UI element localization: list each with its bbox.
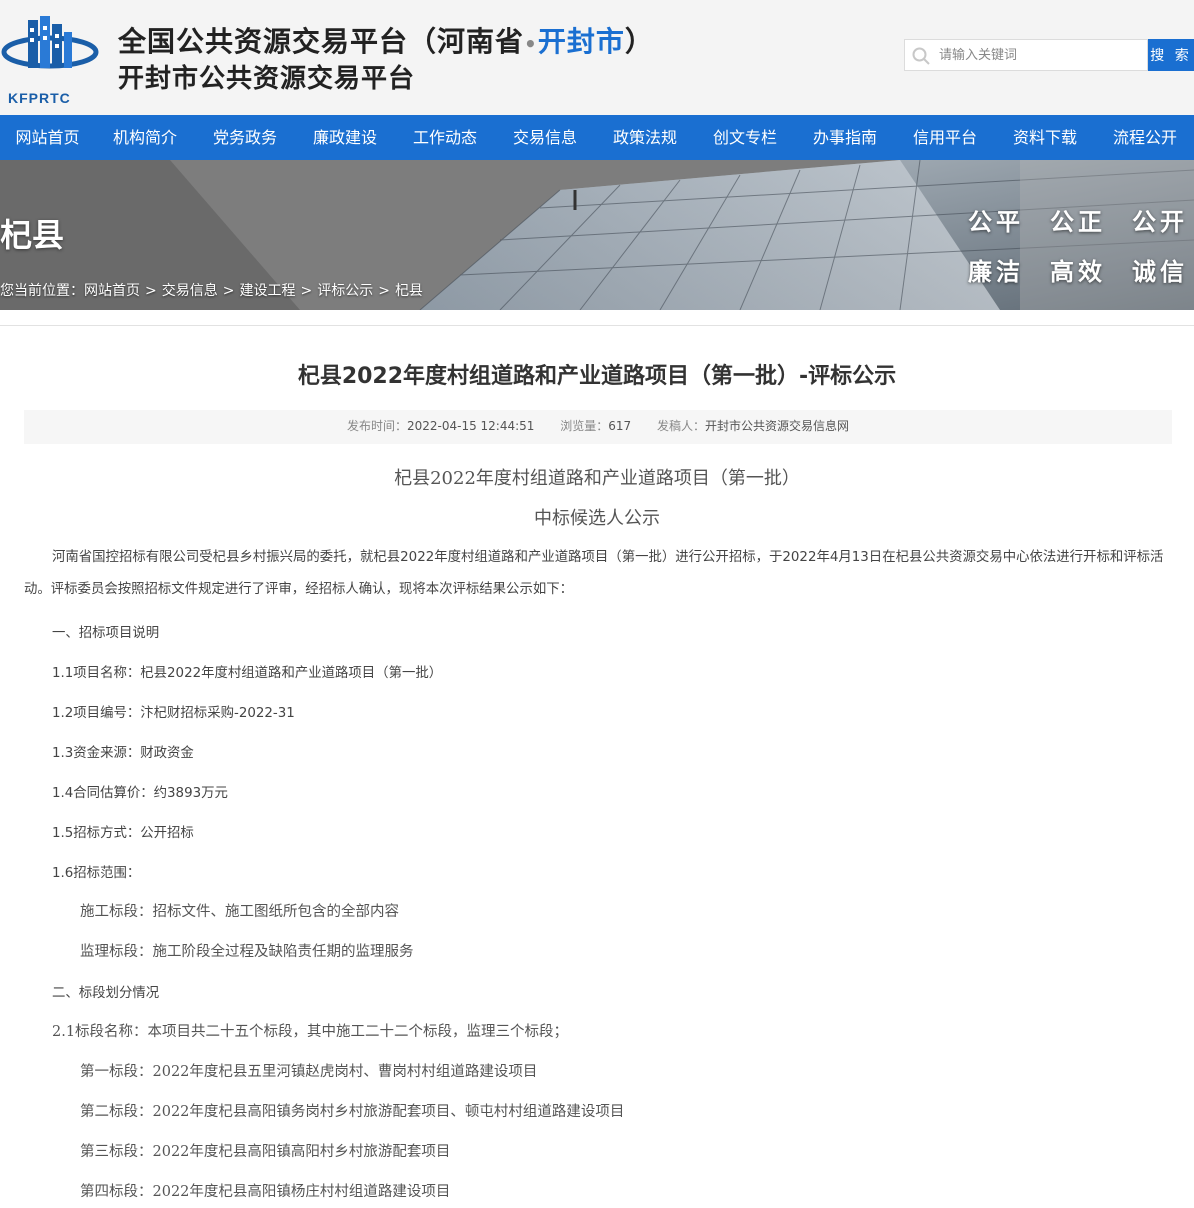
breadcrumb: 您当前位置：网站首页 > 交易信息 > 建设工程 > 评标公示 > 杞县 xyxy=(0,280,423,300)
article-title: 杞县2022年度村组道路和产业道路项目（第一批）-评标公示 xyxy=(297,364,897,389)
publish-time-label: 发布时间： xyxy=(346,419,407,433)
section-heading: 二、标段划分情况 xyxy=(52,986,160,1001)
slogan-row-1: 公平 公正 公开 xyxy=(942,202,1188,237)
nav-item-about[interactable]: 机构简介 xyxy=(95,115,195,160)
nav-item-civilization[interactable]: 创文专栏 xyxy=(695,115,795,160)
nav-item-policy[interactable]: 政策法规 xyxy=(595,115,695,160)
breadcrumb-construction[interactable]: 建设工程 xyxy=(239,283,295,299)
site-header: KFPRTC 全国公共资源交易平台（河南省•开封市） 开封市公共资源交易平台 搜… xyxy=(0,0,1194,115)
doc-title: 杞县2022年度村组道路和产业道路项目（第一批） xyxy=(394,468,800,489)
site-title-prefix: 全国公共资源交易平台（河南省 xyxy=(118,25,525,58)
logo-text: KFPRTC xyxy=(8,90,71,106)
search-box xyxy=(904,39,1148,71)
banner-title: 杞县 xyxy=(0,216,65,254)
author-label: 发稿人： xyxy=(657,419,706,433)
lot-item: 第一标段：2022年度杞县五里河镇赵虎岗村、曹岗村村组道路建设项目 xyxy=(80,1064,538,1080)
breadcrumb-qixian[interactable]: 杞县 xyxy=(395,283,423,299)
slogan-integrity: 廉洁 xyxy=(968,257,1024,286)
breadcrumb-label: 您当前位置： xyxy=(0,283,84,299)
content-line: 1.3资金来源：财政资金 xyxy=(52,746,194,761)
content-line: 1.4合同估算价：约3893万元 xyxy=(52,786,228,801)
breadcrumb-separator: > xyxy=(145,283,157,299)
slogan-openness: 公开 xyxy=(1132,207,1188,236)
search-icon xyxy=(912,47,930,65)
nav-item-trade-info[interactable]: 交易信息 xyxy=(495,115,595,160)
content-line: 监理标段：施工阶段全过程及缺陷责任期的监理服务 xyxy=(80,944,414,960)
nav-item-party-affairs[interactable]: 党务政务 xyxy=(195,115,295,160)
nav-item-work-news[interactable]: 工作动态 xyxy=(395,115,495,160)
content-line: 1.5招标方式：公开招标 xyxy=(52,826,194,841)
page-banner: 杞县 您当前位置：网站首页 > 交易信息 > 建设工程 > 评标公示 > 杞县 公平 公正 公开 廉… xyxy=(0,160,1194,310)
slogan-efficiency: 高效 xyxy=(1050,257,1106,286)
divider xyxy=(0,325,1194,326)
site-title-city: 开封市 xyxy=(537,25,625,58)
title-dot: • xyxy=(524,32,538,56)
intro-paragraph: 河南省国控招标有限公司受杞县乡村振兴局的委托，就杞县2022年度村组道路和产业道… xyxy=(24,550,1164,597)
breadcrumb-separator: > xyxy=(378,283,390,299)
kfprtc-logo[interactable]: KFPRTC xyxy=(0,14,110,106)
breadcrumb-evaluation[interactable]: 评标公示 xyxy=(317,283,373,299)
nav-item-integrity[interactable]: 廉政建设 xyxy=(295,115,395,160)
breadcrumb-home[interactable]: 网站首页 xyxy=(84,283,140,299)
article-meta: 发布时间：2022-04-15 12:44:51 浏览量：617 发稿人：开封市… xyxy=(24,410,1172,444)
slogan-credibility: 诚信 xyxy=(1132,257,1188,286)
nav-item-guide[interactable]: 办事指南 xyxy=(795,115,895,160)
logo-building-icon xyxy=(1,16,99,69)
site-subtitle: 开封市公共资源交易平台 xyxy=(118,64,416,94)
content-line: 1.1项目名称：杞县2022年度村组道路和产业道路项目（第一批） xyxy=(52,666,443,681)
author: 开封市公共资源交易信息网 xyxy=(705,419,850,433)
nav-item-process[interactable]: 流程公开 xyxy=(1095,115,1194,160)
breadcrumb-trade-info[interactable]: 交易信息 xyxy=(162,283,218,299)
slogan-row-2: 廉洁 高效 诚信 xyxy=(942,252,1188,287)
nav-item-downloads[interactable]: 资料下载 xyxy=(995,115,1095,160)
site-title-suffix: ） xyxy=(624,25,654,58)
slogan-fairness: 公平 xyxy=(968,207,1024,236)
main-nav: 网站首页 机构简介 党务政务 廉政建设 工作动态 交易信息 政策法规 创文专栏 … xyxy=(0,115,1194,160)
views-count: 617 xyxy=(608,419,632,433)
lot-item: 第四标段：2022年度杞县高阳镇杨庄村村组道路建设项目 xyxy=(80,1184,451,1200)
doc-subtitle: 中标候选人公示 xyxy=(534,508,660,529)
section-heading: 一、招标项目说明 xyxy=(52,626,160,641)
search-button[interactable]: 搜 索 xyxy=(1148,39,1194,71)
nav-item-home[interactable]: 网站首页 xyxy=(0,115,95,160)
views-label: 浏览量： xyxy=(560,419,609,433)
content-line: 1.6招标范围： xyxy=(52,866,141,881)
content-line: 施工标段：招标文件、施工图纸所包含的全部内容 xyxy=(80,904,399,920)
publish-time: 2022-04-15 12:44:51 xyxy=(406,419,535,433)
site-title: 全国公共资源交易平台（河南省•开封市） xyxy=(118,20,654,60)
lot-item: 第二标段：2022年度杞县高阳镇务岗村乡村旅游配套项目、顿屯村村组道路建设项目 xyxy=(80,1104,625,1120)
content-line: 1.2项目编号：汴杞财招标采购-2022-31 xyxy=(52,706,295,721)
slogan-justice: 公正 xyxy=(1050,207,1106,236)
content-line: 2.1标段名称：本项目共二十五个标段，其中施工二十二个标段，监理三个标段； xyxy=(52,1024,569,1040)
lot-item: 第三标段：2022年度杞县高阳镇高阳村乡村旅游配套项目 xyxy=(80,1144,451,1160)
nav-item-credit[interactable]: 信用平台 xyxy=(895,115,995,160)
search-input[interactable] xyxy=(939,42,1139,68)
breadcrumb-separator: > xyxy=(222,283,235,299)
breadcrumb-separator: > xyxy=(300,283,313,299)
